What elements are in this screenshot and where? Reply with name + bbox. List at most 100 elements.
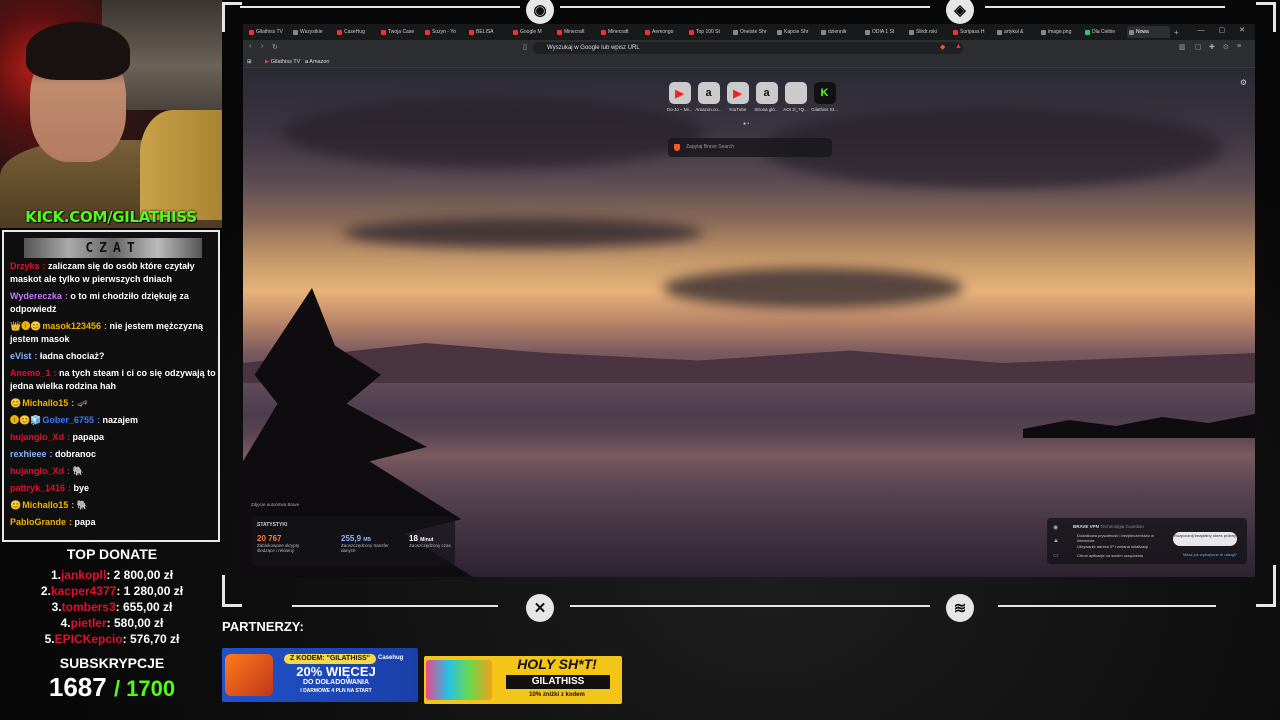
vpn-icon[interactable]: ⊙	[1223, 43, 1229, 51]
browser-tab[interactable]: Aemongo	[643, 26, 686, 38]
chat-username[interactable]: pattryk_1416	[10, 483, 65, 493]
donor-amount: 580,00 zł	[114, 616, 164, 630]
menu-icon[interactable]: ≡	[1237, 43, 1241, 50]
top-site-shortcut[interactable]: a Amazon.co...	[694, 82, 723, 112]
chat-username[interactable]: hujanglo_Xd	[10, 432, 64, 442]
tab-favicon-icon	[1041, 29, 1046, 35]
tab-favicon-icon	[953, 29, 958, 35]
tab-label: dziennik	[828, 29, 847, 35]
stripes-logo-icon: ≋	[946, 594, 974, 622]
browser-tab[interactable]: dziennik	[819, 26, 862, 38]
browser-tab[interactable]: Dla Ciebie	[1083, 26, 1126, 38]
browser-tab[interactable]: ODIA 1 St	[863, 26, 906, 38]
shortcut-label: Strona głó...	[754, 107, 779, 112]
tab-favicon-icon	[293, 29, 298, 35]
browser-tab[interactable]: Gilathiss TV	[247, 26, 290, 38]
browser-tab[interactable]: Kapcie Shr	[775, 26, 818, 38]
chat-username[interactable]: rexhieee	[10, 449, 47, 459]
stat-label: Zaoszczędzony transfer danych	[341, 543, 389, 553]
wallet-icon[interactable]: ▢	[1195, 43, 1202, 51]
photo-credit[interactable]: Zdjęcie autorstwa Brave	[251, 502, 299, 507]
chat-header: CZAT	[24, 238, 202, 258]
browser-tab[interactable]: Top 100 St	[687, 26, 730, 38]
kick-icon: K	[813, 82, 836, 104]
chat-username[interactable]: eVist	[10, 351, 31, 361]
window-controls[interactable]: — ▢ ✕	[1198, 26, 1251, 34]
brave-shields-icon[interactable]: ◆	[940, 43, 945, 51]
chat-username[interactable]: Michallo15	[22, 398, 68, 408]
top-sites-pagination[interactable]: ● •	[743, 121, 749, 127]
chat-text: ładna chociaż?	[39, 351, 105, 361]
chat-username[interactable]: Wydereczka	[10, 291, 62, 301]
browser-tab[interactable]: image.png	[1039, 26, 1082, 38]
back-icon[interactable]: ‹	[249, 43, 251, 50]
chat-username[interactable]: Anemo_1	[10, 368, 51, 378]
tab-label: Kapcie Shr	[784, 29, 809, 35]
chat-username[interactable]: Michallo15	[22, 500, 68, 510]
holy-discount: 10% zniżki z kodem	[529, 692, 585, 698]
donor-rank: 2.	[40, 584, 51, 598]
chat-username[interactable]: Gober_6755	[42, 415, 94, 425]
tab-label: artykuł &	[1004, 29, 1024, 35]
tab-label: Twoja Case	[388, 29, 415, 35]
chat-message: 👑🅘😊masok123456: nie jestem mężczyzną jes…	[10, 320, 216, 346]
top-site-shortcut[interactable]: a Strona głó...	[752, 82, 781, 112]
browser-tab[interactable]: Nowa	[1127, 26, 1170, 38]
donor-amount: 1 280,00 zł	[123, 584, 184, 598]
browser-tab[interactable]: Suripass H	[951, 26, 994, 38]
tab-favicon-icon	[337, 29, 342, 35]
top-site-shortcut[interactable]: K Gilathiss St...	[810, 82, 839, 112]
customize-gear-icon[interactable]: ⚙	[1240, 78, 1247, 87]
chat-username[interactable]: masok123456	[42, 321, 101, 331]
browser-tab[interactable]: Minecraft	[555, 26, 598, 38]
casehug-banner[interactable]: Z KODEM: "GILATHISS" Casehug 20% WIĘCEJ …	[222, 648, 418, 702]
bookmark-icon[interactable]: ▯	[523, 43, 527, 51]
browser-tab[interactable]: Slirdr.roki	[907, 26, 950, 38]
browser-tab[interactable]: Oneiste Shr	[731, 26, 774, 38]
frame-line-top-middle	[560, 6, 930, 8]
stat-value: 20 767	[257, 534, 282, 543]
browser-tab[interactable]: Google M	[511, 26, 554, 38]
frame-line-bottom-right	[998, 605, 1216, 607]
forward-icon[interactable]: ›	[261, 43, 263, 50]
chat-username[interactable]: PabloGrande	[10, 517, 66, 527]
donor-rank: 5.	[44, 632, 55, 646]
chat-icon: ▭	[1053, 553, 1059, 559]
brave-search-box[interactable]: Zapytaj Brave Search	[668, 138, 832, 157]
bookmark-amazon[interactable]: a Amazon	[305, 57, 329, 67]
tab-label: CaseHug	[344, 29, 365, 35]
shortcut-label: AOI zl_7Q...	[783, 107, 808, 112]
extensions-icon[interactable]: ✚	[1209, 43, 1215, 51]
browser-tab[interactable]: Suzyn - Yo	[423, 26, 466, 38]
address-bar[interactable]: Wyszukaj w Google lub wpisz URL	[533, 42, 963, 54]
mountains	[243, 343, 1255, 383]
top-site-shortcut[interactable]: ▶ YouTube	[723, 82, 752, 112]
chat-username[interactable]: Drzyks	[10, 261, 40, 271]
browser-tab[interactable]: Wszystkie	[291, 26, 334, 38]
new-tab-button[interactable]: +	[1174, 28, 1179, 37]
bookmark-gilathiss[interactable]: ▶ Gilathiss TV	[265, 57, 300, 67]
holy-banner[interactable]: HOLY SH*T! GILATHISS 10% zniżki z kodem	[424, 656, 622, 704]
browser-tab[interactable]: BELISA	[467, 26, 510, 38]
tab-label: image.png	[1048, 29, 1072, 35]
vpn-already-purchased-link[interactable]: Masz już wykupione te usługi?	[1183, 552, 1237, 557]
frame-corner-br	[1256, 565, 1276, 607]
browser-tab[interactable]: Twoja Case	[379, 26, 422, 38]
top-site-shortcut[interactable]: ▶ Go-Jo – Mi...	[665, 82, 694, 112]
browser-tab[interactable]: artykuł &	[995, 26, 1038, 38]
tab-favicon-icon	[381, 29, 386, 35]
top-site-shortcut[interactable]: AOI zl_7Q...	[781, 82, 810, 112]
sidebar-icon[interactable]: ▥	[1179, 43, 1186, 51]
browser-tab[interactable]: Minecraft	[599, 26, 642, 38]
chat-message: hujanglo_Xd: papapa	[10, 431, 216, 444]
chat-message: eVist: ładna chociaż?	[10, 350, 216, 363]
browser-tab[interactable]: CaseHug	[335, 26, 378, 38]
tab-label: Suripass H	[960, 29, 985, 35]
brave-rewards-icon[interactable]: ▲	[955, 43, 962, 50]
chat-message: hujanglo_Xd: 🐘	[10, 465, 216, 478]
chat-username[interactable]: hujanglo_Xd	[10, 466, 64, 476]
vpn-trial-button[interactable]: Rozpocznij bezpłatny okres próbny	[1173, 532, 1237, 546]
reload-icon[interactable]: ↻	[272, 43, 278, 51]
apps-grid-icon[interactable]: ⊞	[247, 57, 252, 67]
shortcut-label: Amazon.co...	[695, 107, 722, 112]
